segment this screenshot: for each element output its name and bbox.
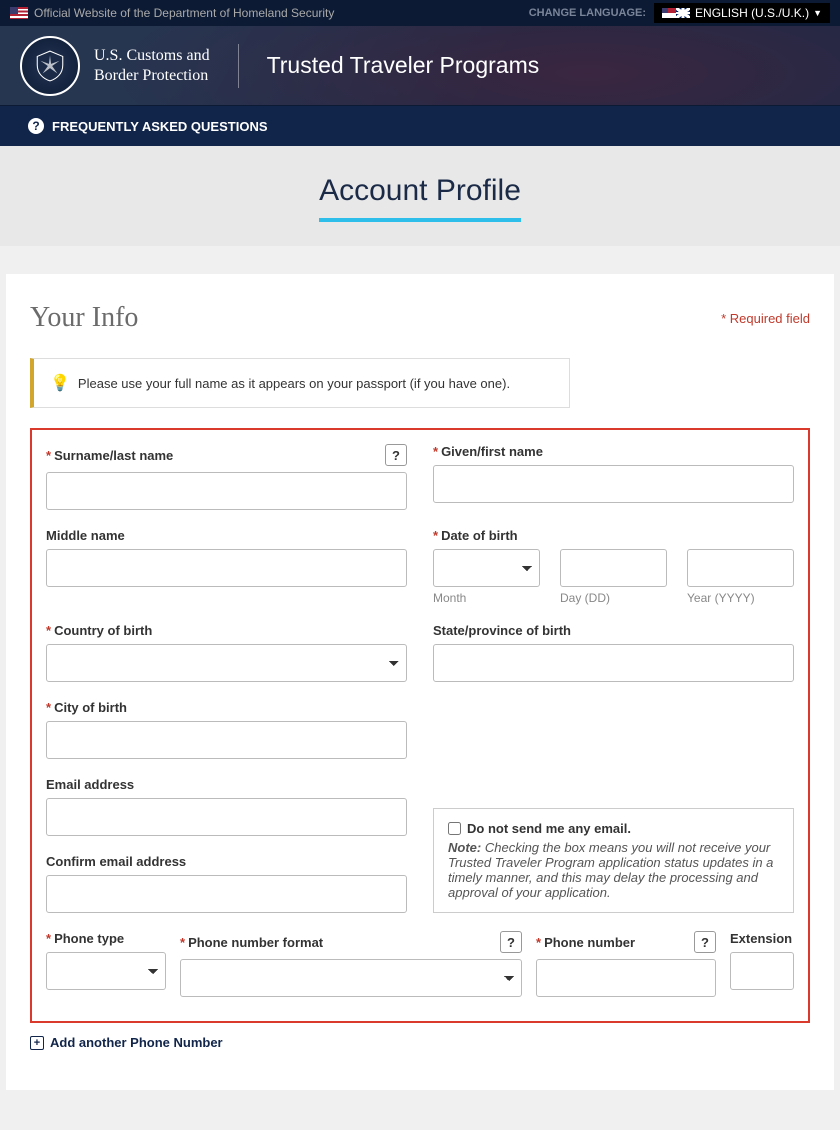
dob-day-sublabel: Day (DD) — [560, 591, 667, 605]
agency-line1: U.S. Customs and — [94, 46, 210, 65]
site-header: U.S. Customs and Border Protection Trust… — [0, 26, 840, 106]
city-label: *City of birth — [46, 700, 407, 715]
add-phone-label: Add another Phone Number — [50, 1035, 223, 1050]
form-highlighted-area: *Surname/last name ? *Given/first name M… — [30, 428, 810, 1023]
extension-label: Extension — [730, 931, 794, 946]
no-email-label: Do not send me any email. — [467, 821, 631, 836]
phone-format-help-button[interactable]: ? — [500, 931, 522, 953]
phone-number-label: *Phone number ? — [536, 931, 716, 953]
program-title: Trusted Traveler Programs — [267, 52, 540, 79]
surname-input[interactable] — [46, 472, 407, 510]
us-flag-icon — [662, 8, 676, 18]
dob-day-input[interactable] — [560, 549, 667, 587]
given-name-input[interactable] — [433, 465, 794, 503]
dob-month-sublabel: Month — [433, 591, 540, 605]
confirm-email-input[interactable] — [46, 875, 407, 913]
phone-format-label: *Phone number format ? — [180, 931, 522, 953]
profile-card: Your Info * Required field 💡 Please use … — [6, 274, 834, 1090]
faq-link[interactable]: ? FREQUENTLY ASKED QUESTIONS — [28, 118, 268, 134]
dob-year-input[interactable] — [687, 549, 794, 587]
language-value: ENGLISH (U.S./U.K.) — [695, 6, 809, 20]
agency-line2: Border Protection — [94, 66, 210, 85]
surname-label: *Surname/last name ? — [46, 444, 407, 466]
no-email-checkbox[interactable] — [448, 822, 461, 835]
official-website-bar: Official Website of the Department of Ho… — [0, 0, 840, 26]
city-input[interactable] — [46, 721, 407, 759]
faq-label: FREQUENTLY ASKED QUESTIONS — [52, 119, 268, 134]
chevron-down-icon: ▼ — [813, 8, 822, 18]
surname-help-button[interactable]: ? — [385, 444, 407, 466]
middle-name-label: Middle name — [46, 528, 407, 543]
page-title: Account Profile — [319, 174, 521, 222]
note-prefix: Note: — [448, 840, 481, 855]
dob-month-select[interactable] — [433, 549, 540, 587]
dob-year-sublabel: Year (YYYY) — [687, 591, 794, 605]
change-language-label: CHANGE LANGUAGE: — [529, 7, 646, 19]
question-icon: ? — [28, 118, 44, 134]
dob-label: *Date of birth — [433, 528, 794, 543]
extension-input[interactable] — [730, 952, 794, 990]
official-website-text: Official Website of the Department of Ho… — [34, 6, 334, 20]
email-input[interactable] — [46, 798, 407, 836]
language-dropdown[interactable]: ENGLISH (U.S./U.K.) ▼ — [654, 3, 830, 23]
phone-type-label: *Phone type — [46, 931, 166, 946]
phone-type-select[interactable] — [46, 952, 166, 990]
agency-name: U.S. Customs and Border Protection — [94, 46, 210, 84]
phone-format-select[interactable] — [180, 959, 522, 997]
state-label: State/province of birth — [433, 623, 794, 638]
add-phone-link[interactable]: + Add another Phone Number — [30, 1035, 810, 1050]
phone-number-help-button[interactable]: ? — [694, 931, 716, 953]
section-title: Your Info — [30, 302, 138, 334]
middle-name-input[interactable] — [46, 549, 407, 587]
page-title-area: Account Profile — [0, 146, 840, 246]
tip-text: Please use your full name as it appears … — [78, 376, 510, 391]
lightbulb-icon: 💡 — [50, 373, 70, 393]
plus-icon: + — [30, 1036, 44, 1050]
phone-number-input[interactable] — [536, 959, 716, 997]
name-tip: 💡 Please use your full name as it appear… — [30, 358, 570, 408]
note-text: Checking the box means you will not rece… — [448, 840, 773, 900]
email-label: Email address — [46, 777, 407, 792]
cbp-seal-icon — [20, 36, 80, 96]
email-note-box: Do not send me any email. Note: Checking… — [433, 808, 794, 913]
uk-flag-icon — [676, 8, 690, 18]
country-select[interactable] — [46, 644, 407, 682]
us-flag-icon — [10, 7, 28, 19]
country-label: *Country of birth — [46, 623, 407, 638]
confirm-email-label: Confirm email address — [46, 854, 407, 869]
divider — [238, 44, 239, 88]
given-name-label: *Given/first name — [433, 444, 794, 459]
state-input[interactable] — [433, 644, 794, 682]
faq-bar: ? FREQUENTLY ASKED QUESTIONS — [0, 106, 840, 146]
required-field-note: * Required field — [721, 311, 810, 326]
